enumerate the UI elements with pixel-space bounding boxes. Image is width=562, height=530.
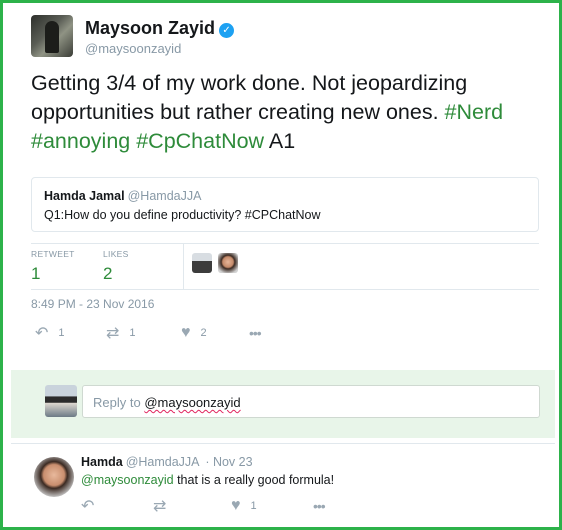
tweet-card: Maysoon Zayid ✓ @maysoonzayid Getting 3/4… (0, 0, 562, 530)
quoted-author-handle: @HamdaJJA (127, 189, 202, 203)
reply-author-name[interactable]: Hamda (81, 455, 123, 469)
author-handle[interactable]: @maysoonzayid (85, 41, 181, 56)
more-button[interactable]: ••• (249, 323, 271, 343)
likes-stat-count: 2 (103, 264, 113, 283)
more-dots-icon: ••• (249, 325, 262, 341)
divider (31, 289, 539, 290)
reply-input[interactable]: Reply to @maysoonzayid (82, 385, 540, 418)
hashtag-link[interactable]: #CpChatNow (136, 129, 264, 153)
reply-icon: ↶ (81, 498, 95, 515)
liker-avatar[interactable] (192, 253, 212, 273)
reply-body: that is a really good formula! (177, 473, 335, 487)
reply-retweet-button[interactable]: ⇄ (153, 496, 176, 516)
reply-like-count: 1 (250, 500, 257, 512)
hashtag-link[interactable]: #Nerd (445, 100, 504, 124)
divider (31, 243, 539, 244)
more-dots-icon: ••• (313, 498, 326, 514)
tweet-timestamp[interactable]: 8:49 PM - 23 Nov 2016 (31, 297, 154, 311)
quoted-text: Q1:How do you define productivity? #CPCh… (44, 208, 321, 222)
reply-text: @maysoonzayid that is a really good form… (81, 473, 334, 487)
reply-header: Hamda @HamdaJJA · Nov 23 (81, 455, 253, 469)
retweet-stat-count: 1 (31, 264, 41, 283)
stat-separator (183, 244, 184, 289)
like-button[interactable]: ♥ 2 (181, 323, 207, 343)
likes-stat[interactable]: LIKES 2 (103, 249, 129, 284)
reply-input-prefix: Reply to (93, 395, 141, 410)
reply-author-avatar[interactable] (34, 457, 74, 497)
reply-reply-button[interactable]: ↶ (81, 496, 104, 516)
reply-count: 1 (58, 327, 65, 339)
liker-avatar[interactable] (218, 253, 238, 273)
verified-check-icon: ✓ (219, 23, 235, 38)
heart-icon: ♥ (181, 324, 191, 341)
tweet-body: Getting 3/4 of my work done. Not jeopard… (31, 71, 468, 124)
current-user-avatar (45, 385, 77, 417)
retweet-button[interactable]: ⇄ 1 (106, 323, 136, 343)
tweet-text: Getting 3/4 of my work done. Not jeopard… (31, 69, 551, 156)
author-name[interactable]: Maysoon Zayid (85, 18, 215, 38)
reply-button[interactable]: ↶ 1 (35, 323, 65, 343)
retweet-icon: ⇄ (153, 498, 167, 515)
reply-tweet[interactable]: Hamda @HamdaJJA · Nov 23 @maysoonzayid th… (11, 443, 555, 523)
reply-more-button[interactable]: ••• (313, 496, 335, 516)
author-name-line[interactable]: Maysoon Zayid ✓ (85, 18, 235, 39)
quoted-header: Hamda Jamal @HamdaJJA (44, 189, 201, 203)
retweet-count: 1 (129, 327, 136, 339)
reply-like-button[interactable]: ♥ 1 (231, 496, 257, 516)
reply-date[interactable]: · Nov 23 (205, 455, 252, 469)
reply-mention-link[interactable]: @maysoonzayid (81, 473, 174, 487)
tweet-suffix: A1 (268, 129, 296, 153)
reply-input-mention: @maysoonzayid (144, 395, 241, 410)
likes-stat-label: LIKES (103, 249, 129, 259)
quoted-author-name: Hamda Jamal (44, 189, 125, 203)
author-avatar[interactable] (31, 15, 73, 57)
hashtag-link[interactable]: #annoying (31, 129, 130, 153)
reply-author-handle[interactable]: @HamdaJJA (126, 455, 199, 469)
reply-composer: Reply to @maysoonzayid (11, 370, 555, 438)
heart-icon: ♥ (231, 497, 241, 514)
reply-icon: ↶ (35, 325, 49, 342)
quoted-tweet[interactable]: Hamda Jamal @HamdaJJA Q1:How do you defin… (31, 177, 539, 232)
retweet-stat-label: RETWEET (31, 249, 75, 259)
like-count: 2 (200, 327, 207, 339)
retweet-icon: ⇄ (106, 325, 120, 342)
retweet-stat[interactable]: RETWEET 1 (31, 249, 75, 284)
